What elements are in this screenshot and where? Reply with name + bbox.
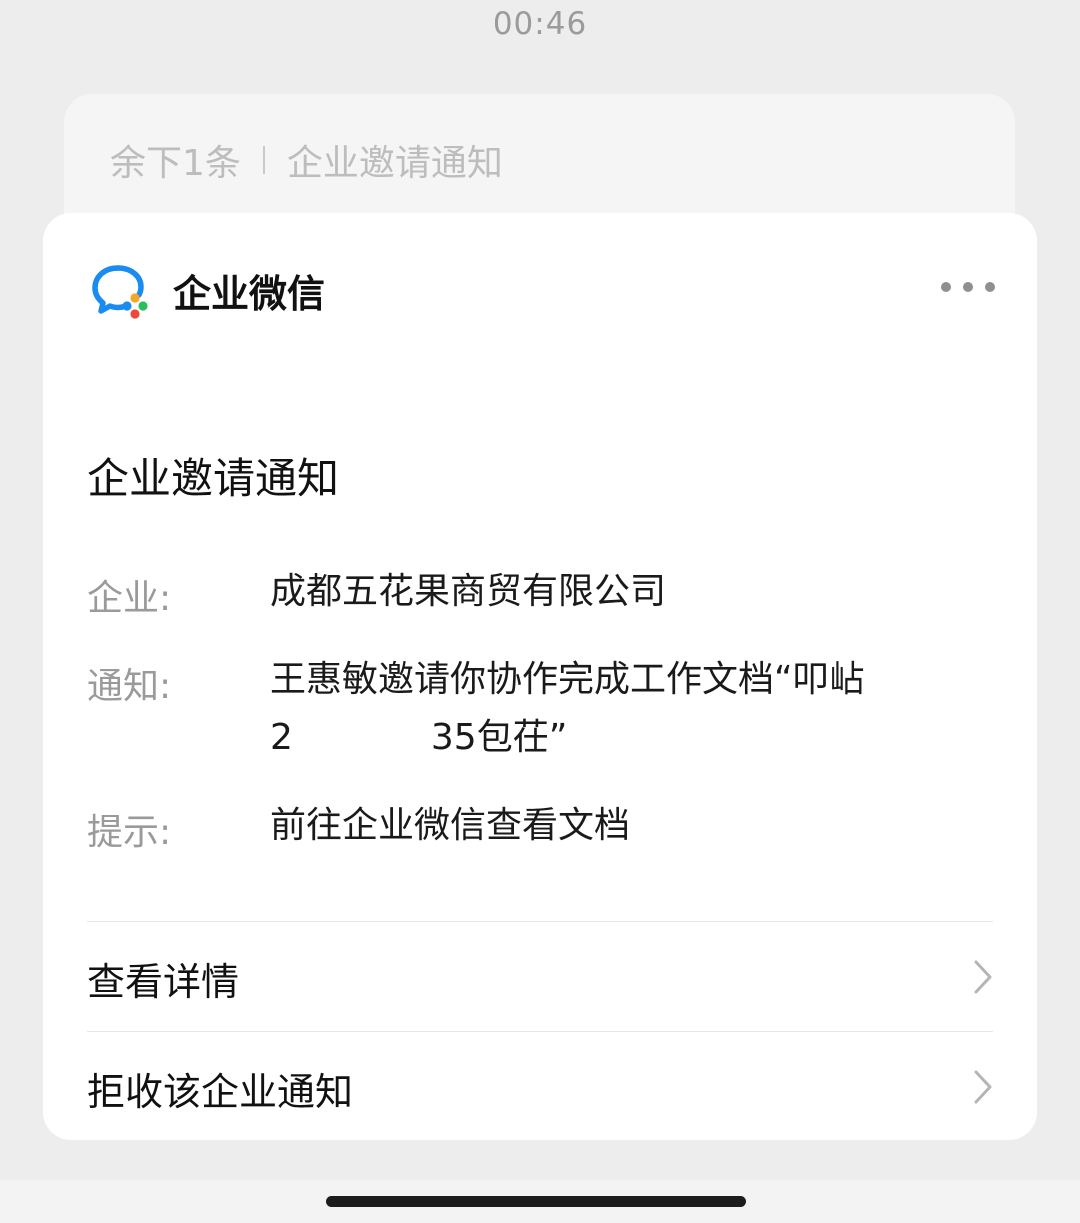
field-value: 前往企业微信查看文档 xyxy=(270,797,960,855)
field-label: 企业: xyxy=(87,578,172,619)
field-value-fragment: 2 xyxy=(270,717,293,758)
chevron-right-icon xyxy=(974,1070,992,1104)
status-bar-time: 00:46 xyxy=(492,6,588,42)
more-dots-icon xyxy=(941,282,951,292)
stacked-notification-row: 余下1条 企业邀请通知 xyxy=(110,134,503,186)
action-label: 拒收该企业通知 xyxy=(87,1070,354,1114)
notice-title: 企业邀请通知 xyxy=(87,454,340,503)
field-value: 成都五花果商贸有限公司 xyxy=(270,563,960,621)
app-header: 企业微信 xyxy=(91,261,325,319)
field-value-line-2: 2 35包茌” xyxy=(270,709,960,767)
chevron-right-icon xyxy=(974,960,992,994)
more-options-button[interactable] xyxy=(941,275,995,299)
field-label: 提示: xyxy=(87,812,172,853)
separator xyxy=(262,146,265,174)
divider xyxy=(87,921,993,922)
remaining-count: 余下1条 xyxy=(110,143,241,184)
stacked-notification-title: 企业邀请通知 xyxy=(286,143,503,184)
field-value-fragment: 35包茌” xyxy=(430,717,568,758)
wecom-logo-icon xyxy=(92,265,148,319)
notification-card: 企业微信 企业邀请通知 企业: 成都五花果商贸有限公司 通知: 王惠敏邀请你协作… xyxy=(43,213,1037,1140)
view-details-button[interactable]: 查看详情 xyxy=(87,923,997,1031)
field-value: 王惠敏邀请你协作完成工作文档“叩岾 2 35包茌” xyxy=(270,651,960,767)
field-value-line: 成都五花果商贸有限公司 xyxy=(270,571,667,612)
divider xyxy=(87,1031,993,1032)
home-indicator[interactable] xyxy=(326,1196,746,1207)
field-label: 通知: xyxy=(87,666,172,707)
field-value-line: 前往企业微信查看文档 xyxy=(270,805,631,846)
more-dots-icon xyxy=(963,282,973,292)
action-label: 查看详情 xyxy=(87,960,240,1004)
field-value-line: 王惠敏邀请你协作完成工作文档“叩岾 xyxy=(270,659,865,700)
reject-notifications-button[interactable]: 拒收该企业通知 xyxy=(87,1033,997,1141)
more-dots-icon xyxy=(985,282,995,292)
app-name: 企业微信 xyxy=(173,271,326,316)
